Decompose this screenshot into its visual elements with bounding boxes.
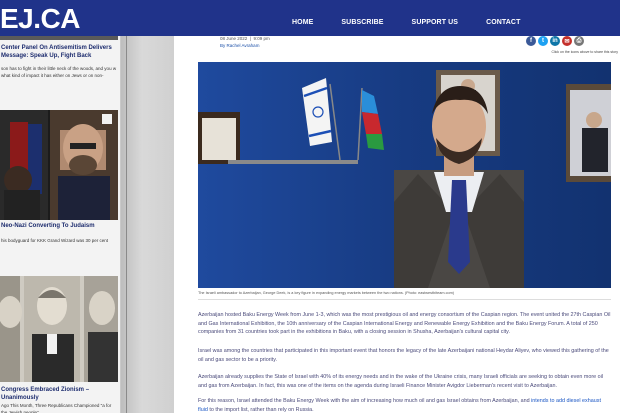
ambassador-photo (198, 62, 611, 288)
nav-home[interactable]: HOME (292, 19, 313, 26)
paragraph-text: For this reason, Israel attended the Bak… (198, 398, 532, 404)
article-paragraph: Israel was among the countries that part… (198, 348, 609, 363)
sidebar-story-excerpt: Ago This Month, Three Republicans Champi… (1, 403, 112, 413)
article-paragraph: For this reason, Israel attended the Bak… (198, 397, 611, 413)
sidebar-story-title[interactable]: Congress Embraced Zionism – Unanimously (1, 386, 117, 402)
divider (198, 299, 611, 300)
article-time: 9:09 pm (253, 36, 270, 41)
scrollbar-track[interactable] (126, 36, 127, 413)
sidebar-story-image[interactable] (0, 276, 118, 382)
congress-portraits-photo (0, 276, 118, 382)
nav-contact[interactable]: CONTACT (486, 19, 520, 26)
sidebar: Center Panel On Antisemitism Delivers Me… (0, 36, 121, 413)
article-hero-image (198, 62, 611, 288)
article-paragraph: Azerbaijan already supplies the State of… (198, 374, 604, 389)
sidebar-story-title[interactable]: Center Panel On Antisemitism Delivers Me… (1, 44, 117, 60)
facebook-icon[interactable]: f (526, 36, 536, 46)
main-nav: HOME SUBSCRIBE SUPPORT US CONTACT (292, 19, 548, 26)
nav-subscribe[interactable]: SUBSCRIBE (341, 19, 383, 26)
sidebar-story-excerpt: his bodyguard for KKK Grand Wizard was 3… (1, 238, 109, 243)
share-bar: f t in ✉ ⎙ (526, 36, 584, 46)
paragraph-text: to the import list, rather than rely on … (207, 406, 314, 413)
sidebar-story-title[interactable]: Neo-Nazi Converting To Judaism (1, 222, 117, 230)
site-logo[interactable]: EJ.CA (0, 3, 80, 35)
nav-support-us[interactable]: SUPPORT US (412, 19, 459, 26)
email-icon[interactable]: ✉ (562, 36, 572, 46)
article-body: 08 June 2022 | 9:09 pm By Rachel Avraham… (174, 36, 620, 413)
print-icon[interactable]: ⎙ (574, 36, 584, 46)
share-note: Click on the icons above to share this s… (551, 50, 618, 54)
page-gutter (121, 36, 174, 413)
article-byline[interactable]: By Rachel Avraham (220, 43, 259, 48)
article-paragraph: Azerbaijan hosted Baku Energy Week from … (198, 312, 611, 336)
photo-caption: The Israeli ambassador to Azerbaijan, Ge… (198, 291, 455, 295)
article-dateline: 08 June 2022 | 9:09 pm (220, 36, 270, 41)
twitter-icon[interactable]: t (538, 36, 548, 46)
linkedin-icon[interactable]: in (550, 36, 560, 46)
sidebar-story-excerpt: son has to fight in their little neck of… (1, 66, 117, 78)
article-date: 08 June 2022 (220, 36, 248, 41)
sidebar-top-strip (0, 36, 118, 40)
